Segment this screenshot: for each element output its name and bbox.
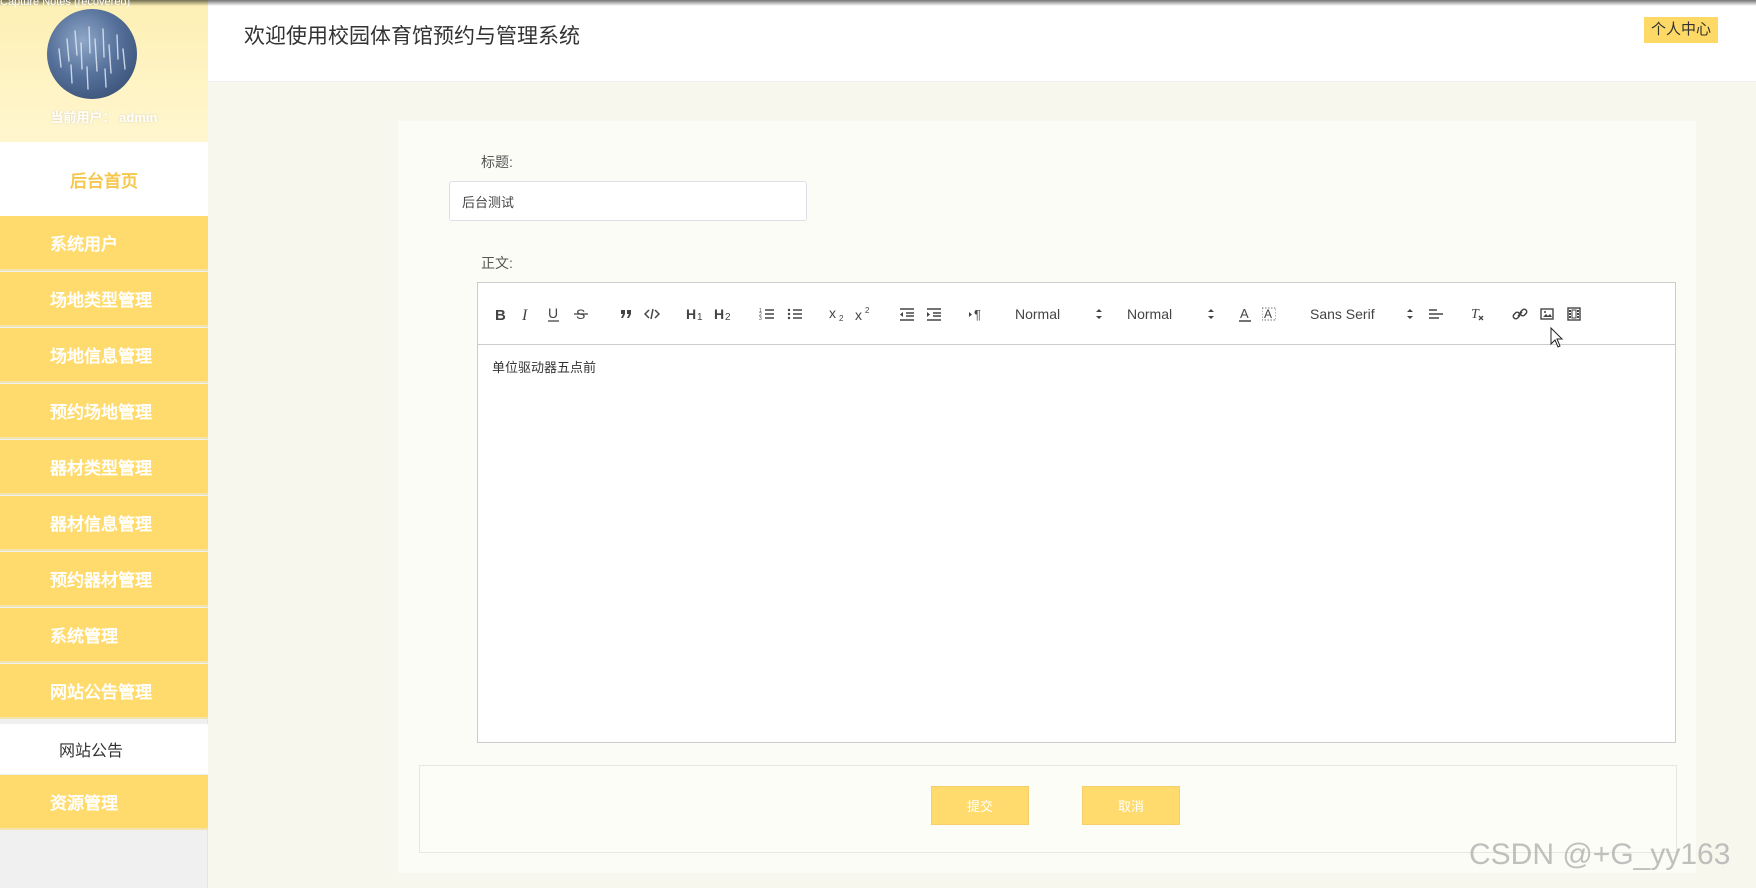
svg-text:I: I xyxy=(521,307,528,322)
submit-button[interactable]: 提交 xyxy=(931,786,1029,825)
title-label: 标题: xyxy=(481,154,513,170)
subscript-icon[interactable]: x2 xyxy=(828,304,848,324)
profile-center-button[interactable]: 个人中心 xyxy=(1643,17,1718,43)
header: 欢迎使用校园体育馆预约与管理系统 个人中心 xyxy=(208,0,1756,82)
svg-text:2: 2 xyxy=(865,306,870,315)
svg-text:¶: ¶ xyxy=(974,307,981,321)
user-area: 当前用户： admin xyxy=(0,0,208,142)
svg-text:2: 2 xyxy=(725,312,731,322)
sidebar-item-resource-management[interactable]: 资源管理 xyxy=(0,775,208,830)
italic-icon[interactable]: I xyxy=(518,304,536,324)
svg-text:2: 2 xyxy=(839,314,844,322)
video-icon[interactable] xyxy=(1565,304,1583,324)
svg-text:x: x xyxy=(855,307,862,322)
svg-text:x: x xyxy=(829,306,836,321)
align-icon[interactable] xyxy=(1427,304,1445,324)
font-family-select[interactable]: Sans Serif xyxy=(1310,304,1414,324)
svg-text:T: T xyxy=(1471,307,1480,322)
link-icon[interactable] xyxy=(1511,304,1529,324)
svg-text:1: 1 xyxy=(697,312,703,322)
current-user-label: 当前用户： admin xyxy=(50,110,158,125)
sidebar-item-equipment-types[interactable]: 器材类型管理 xyxy=(0,440,208,495)
editor-content-area[interactable]: 单位驱动器五点前 xyxy=(478,345,1675,742)
svg-text:A: A xyxy=(1264,307,1272,321)
avatar[interactable] xyxy=(47,9,137,99)
sidebar-item-equipment-info[interactable]: 器材信息管理 xyxy=(0,496,208,551)
cancel-button[interactable]: 取消 xyxy=(1082,786,1180,825)
font-size-select[interactable]: Normal xyxy=(1127,304,1215,324)
select-arrows-icon xyxy=(1208,309,1214,319)
svg-text:H: H xyxy=(714,306,724,322)
heading-1-icon[interactable]: H1 xyxy=(686,304,706,324)
clear-format-icon[interactable]: T xyxy=(1469,304,1487,324)
image-icon[interactable] xyxy=(1538,304,1556,324)
sidebar-subitem-announcements[interactable]: 网站公告 xyxy=(0,724,208,774)
underline-icon[interactable]: U xyxy=(545,304,563,324)
sidebar-item-venue-bookings[interactable]: 预约场地管理 xyxy=(0,384,208,439)
select-arrows-icon xyxy=(1096,309,1102,319)
bullet-list-icon[interactable] xyxy=(786,304,804,324)
sidebar-item-home[interactable]: 后台首页 xyxy=(0,142,208,216)
outdent-icon[interactable] xyxy=(898,304,916,324)
body-label: 正文: xyxy=(481,255,513,271)
text-direction-icon[interactable]: ¶ xyxy=(967,304,985,324)
avatar-image-icon xyxy=(58,26,126,90)
font-size-value: Normal xyxy=(1127,306,1173,322)
superscript-icon[interactable]: x2 xyxy=(854,304,874,324)
bold-icon[interactable]: B xyxy=(492,304,510,324)
header-size-select[interactable]: Normal xyxy=(1015,304,1103,324)
svg-text:3: 3 xyxy=(759,316,762,321)
mouse-cursor-icon xyxy=(1550,327,1564,348)
svg-text:H: H xyxy=(686,306,696,322)
watermark: CSDN @+G_yy163 xyxy=(1469,838,1731,871)
svg-text:B: B xyxy=(495,307,506,322)
heading-2-icon[interactable]: H2 xyxy=(714,304,734,324)
code-block-icon[interactable] xyxy=(643,304,661,324)
svg-text:A: A xyxy=(1240,306,1249,321)
sidebar-item-venue-info[interactable]: 场地信息管理 xyxy=(0,328,208,383)
font-color-icon[interactable]: A xyxy=(1236,304,1254,324)
indent-icon[interactable] xyxy=(925,304,943,324)
header-size-value: Normal xyxy=(1015,306,1061,322)
strikethrough-icon[interactable]: S xyxy=(572,304,590,324)
editor-toolbar: B I U S H1 H2 123 x 2 x 2 ¶ Normal Norma… xyxy=(478,283,1675,345)
font-family-value: Sans Serif xyxy=(1310,306,1375,322)
top-edge-shadow xyxy=(0,0,1756,6)
capture-label: Capture Notes (recovered) xyxy=(0,0,131,8)
sidebar-item-system-users[interactable]: 系统用户 xyxy=(0,216,208,271)
svg-text:U: U xyxy=(548,306,558,321)
background-color-icon[interactable]: A xyxy=(1260,304,1278,324)
rich-text-editor: B I U S H1 H2 123 x 2 x 2 ¶ Normal Norma… xyxy=(477,282,1676,743)
page-title: 欢迎使用校园体育馆预约与管理系统 xyxy=(244,25,580,48)
sidebar-item-announcement-management[interactable]: 网站公告管理 xyxy=(0,664,208,719)
blockquote-icon[interactable] xyxy=(617,304,635,324)
select-arrows-icon xyxy=(1407,309,1413,319)
sidebar: 当前用户： admin 后台首页 系统用户 场地类型管理 场地信息管理 预约场地… xyxy=(0,0,208,888)
ordered-list-icon[interactable]: 123 xyxy=(758,304,776,324)
title-input[interactable] xyxy=(449,181,807,221)
sidebar-item-system-management[interactable]: 系统管理 xyxy=(0,608,208,663)
sidebar-item-equipment-bookings[interactable]: 预约器材管理 xyxy=(0,552,208,607)
sidebar-item-venue-types[interactable]: 场地类型管理 xyxy=(0,272,208,327)
